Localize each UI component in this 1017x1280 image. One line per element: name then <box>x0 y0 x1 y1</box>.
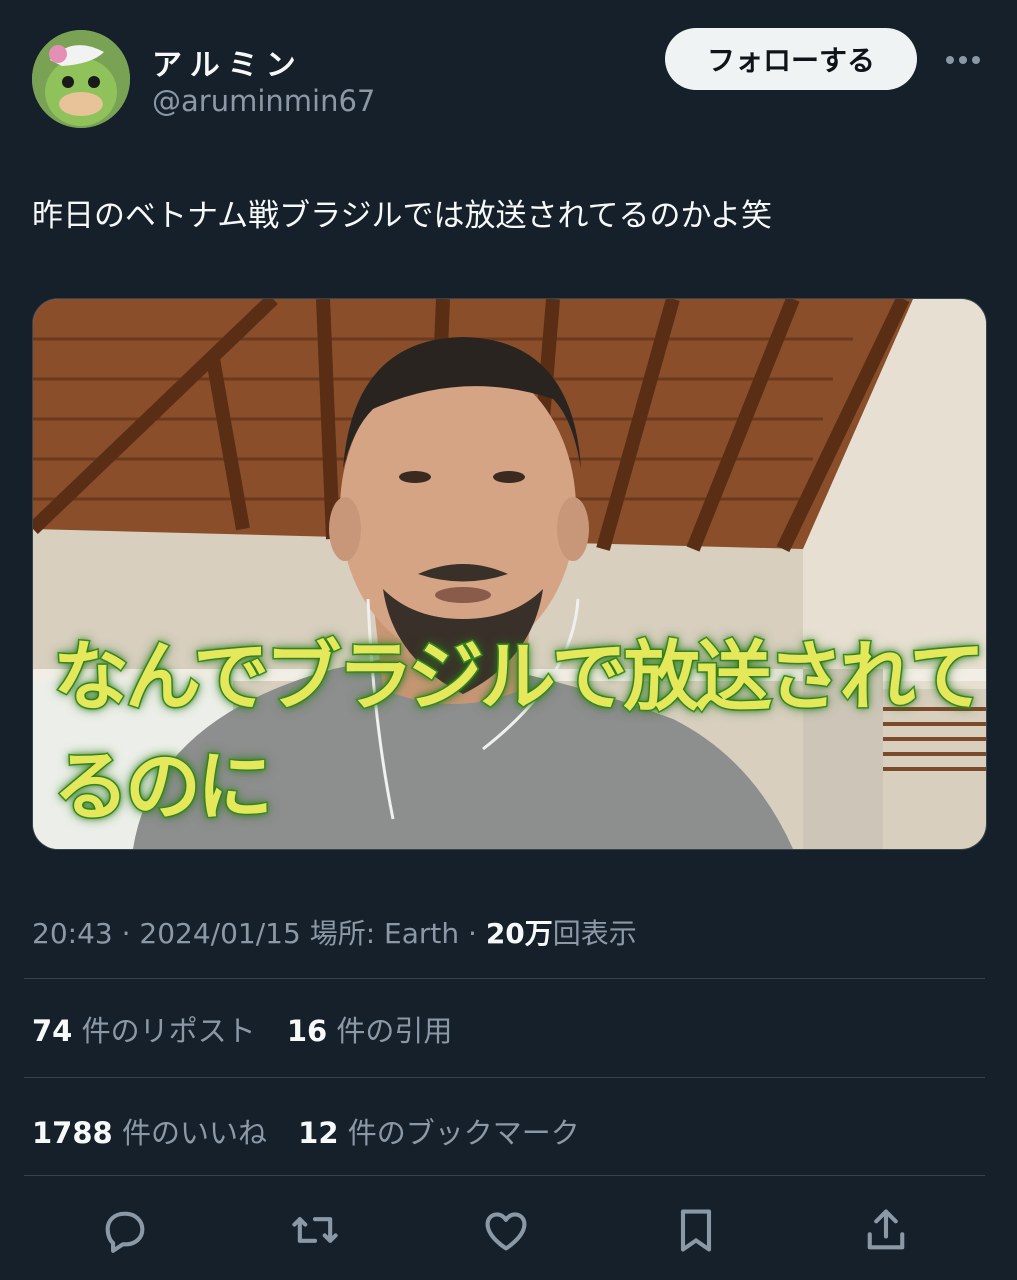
action-bar <box>0 1200 1017 1260</box>
reposts-stat[interactable]: 74 件のリポスト <box>32 1008 256 1050</box>
tweet-date[interactable]: 2024/01/15 <box>139 917 300 950</box>
tweet-time[interactable]: 20:43 <box>32 917 113 950</box>
tweet-text: 昨日のベトナム戦ブラジルでは放送されてるのかよ笑 <box>32 198 772 234</box>
engagement-stats-row-1: 74 件のリポスト 16 件の引用 <box>32 1008 474 1050</box>
tweet-media[interactable]: なんでブラジルで放送されてるのに <box>32 298 987 850</box>
retweet-icon[interactable] <box>285 1200 345 1260</box>
follow-button[interactable]: フォローする <box>665 28 917 90</box>
bookmarks-label: 件のブックマーク <box>347 1116 580 1150</box>
views-label: 回表示 <box>552 917 637 950</box>
meta-separator: · <box>459 917 486 950</box>
like-icon[interactable] <box>476 1200 536 1260</box>
divider <box>24 978 985 979</box>
bookmarks-count: 12 <box>298 1116 339 1150</box>
tweet-location: 場所: Earth <box>300 917 460 950</box>
media-caption: なんでブラジルで放送されてるのに <box>52 631 987 833</box>
author-handle[interactable]: @aruminmin67 <box>152 84 375 118</box>
reposts-label: 件のリポスト <box>81 1014 256 1048</box>
meta-separator: · <box>112 917 140 950</box>
tweet-header: アルミン @aruminmin67 フォローする <box>32 28 985 132</box>
divider <box>24 1077 985 1078</box>
more-icon[interactable] <box>945 42 981 78</box>
share-icon[interactable] <box>856 1200 916 1260</box>
tweet-meta: 20:43 · 2024/01/15 場所: Earth · 20万回表示 <box>32 912 637 952</box>
views-count: 20万 <box>485 917 553 950</box>
likes-stat[interactable]: 1788 件のいいね <box>32 1110 267 1152</box>
quotes-count: 16 <box>286 1014 328 1048</box>
reposts-count: 74 <box>32 1014 73 1048</box>
bookmark-icon[interactable] <box>666 1200 726 1260</box>
quotes-stat[interactable]: 16 件の引用 <box>287 1008 453 1050</box>
bookmarks-stat[interactable]: 12 件のブックマーク <box>298 1110 580 1152</box>
quotes-label: 件の引用 <box>336 1014 453 1048</box>
divider <box>24 1175 985 1176</box>
author-display-name[interactable]: アルミン <box>152 40 304 84</box>
engagement-stats-row-2: 1788 件のいいね 12 件のブックマーク <box>32 1110 602 1152</box>
avatar[interactable] <box>32 30 130 128</box>
likes-label: 件のいいね <box>121 1116 267 1150</box>
likes-count: 1788 <box>32 1116 113 1150</box>
reply-icon[interactable] <box>95 1200 155 1260</box>
